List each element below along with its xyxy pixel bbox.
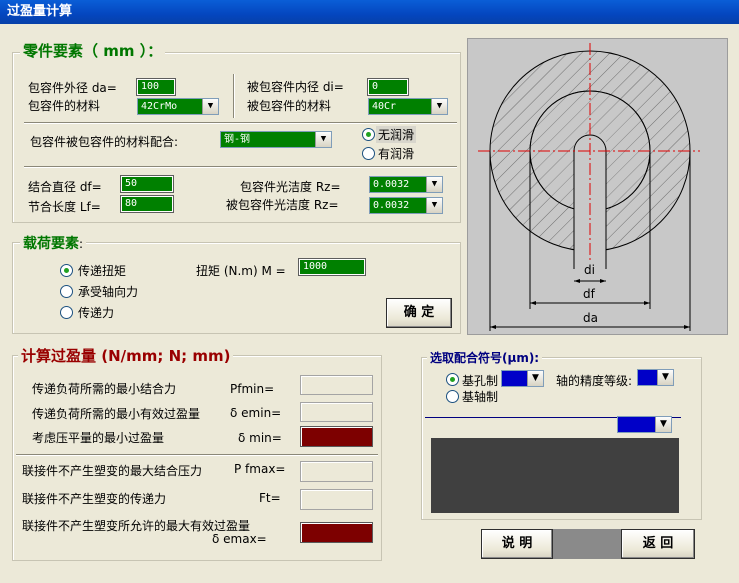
calc-row-4-label: 联接件不产生塑变的最大结合压力 — [22, 464, 203, 478]
no-lube-label[interactable]: 无润滑 — [376, 126, 417, 143]
torque-option-label[interactable]: 传递扭矩 — [78, 262, 126, 279]
confirm-button[interactable]: 确 定 — [386, 298, 452, 328]
transmit-force-radio[interactable] — [60, 306, 73, 319]
footer-spacer-panel — [553, 529, 621, 559]
shaft-basis-radio[interactable] — [446, 390, 459, 403]
window-title: 过盈量计算 — [7, 4, 73, 19]
fit-cross-section-diagram: di df da — [467, 38, 728, 335]
parts-group-title: 零件要素（ mm ）： — [20, 40, 166, 61]
hole-basis-radio[interactable] — [446, 373, 459, 386]
calc-row-1-symbol: Pfmin= — [230, 382, 275, 396]
shaft-basis-label[interactable]: 基轴制 — [462, 388, 498, 405]
df-dimension-label: df — [583, 287, 595, 301]
calc-row-5-label: 联接件不产生塑变的传递力 — [22, 492, 167, 506]
hole-basis-label[interactable]: 基孔制 — [462, 372, 498, 389]
shaft-material-select[interactable]: 40Cr ▼ — [368, 98, 448, 115]
load-group-title: 载荷要素: — [20, 233, 87, 253]
axial-force-option-label[interactable]: 承受轴向力 — [78, 283, 138, 300]
chevron-down-icon[interactable]: ▼ — [527, 371, 543, 386]
fit-result-box — [431, 438, 679, 513]
shaft-material-value: 40Cr — [372, 101, 397, 112]
diagram-svg — [478, 43, 700, 334]
title-bar: 过盈量计算 — [0, 0, 739, 24]
calc-row-2-label: 传递负荷所需的最小有效过盈量 — [32, 407, 201, 421]
pairing-label: 包容件被包容件的材料配合: — [30, 135, 179, 149]
fit-symbol-select[interactable]: ▼ — [617, 416, 672, 433]
torque-label: 扭矩 (N.m) M = — [196, 264, 286, 278]
hub-material-value: 42CrMo — [141, 101, 178, 112]
shaft-finish-value: 0.0032 — [373, 200, 410, 211]
calc-row-3-output — [300, 426, 373, 447]
outer-dia-input[interactable]: 100 — [136, 78, 176, 96]
load-title-text: 载荷要素 — [23, 236, 79, 252]
transmit-force-option-label[interactable]: 传递力 — [78, 304, 114, 321]
chevron-down-icon[interactable]: ▼ — [426, 177, 442, 192]
fit-length-input[interactable]: 80 — [120, 195, 174, 213]
lube-label[interactable]: 有润滑 — [378, 145, 414, 162]
help-button[interactable]: 说 明 — [481, 529, 553, 559]
hub-material-select[interactable]: 42CrMo ▼ — [137, 98, 219, 115]
lube-radio[interactable] — [362, 147, 375, 160]
inner-dia-label: 被包容件内径 di= — [247, 80, 344, 94]
da-dimension-label: da — [583, 311, 598, 325]
chevron-down-icon[interactable]: ▼ — [426, 198, 442, 213]
shaft-material-label: 被包容件的材料 — [247, 99, 332, 113]
torque-input[interactable]: 1000 — [298, 258, 366, 276]
shaft-finish-select[interactable]: 0.0032 ▼ — [369, 197, 443, 214]
hub-material-label: 包容件的材料 — [28, 99, 101, 113]
fit-length-label: 节合长度 Lf= — [28, 200, 101, 214]
calc-row-4-symbol: P fmax= — [234, 462, 286, 476]
hub-finish-select[interactable]: 0.0032 ▼ — [369, 176, 443, 193]
outer-dia-label: 包容件外径 da= — [28, 81, 117, 95]
grade-select[interactable]: ▼ — [637, 369, 674, 386]
torque-radio[interactable] — [60, 264, 73, 277]
arrow-da-left — [490, 325, 496, 329]
calc-row-5-output — [300, 489, 373, 510]
inner-dia-input[interactable]: 0 — [367, 78, 409, 96]
calc-group-title: 计算过盈量 (N/mm; N; mm) — [18, 345, 234, 366]
mating-dia-input[interactable]: 50 — [120, 175, 174, 193]
hole-basis-select[interactable]: ▼ — [501, 370, 544, 387]
hub-finish-value: 0.0032 — [373, 179, 410, 190]
parts-divider-1 — [24, 122, 457, 124]
arrow-da-right — [684, 325, 690, 329]
calc-divider — [16, 454, 378, 456]
pairing-value: 钢-钢 — [224, 134, 251, 145]
calc-row-3-label: 考虑压平量的最小过盈量 — [32, 431, 165, 445]
calc-row-6-output — [300, 522, 373, 543]
arrow-df-right — [644, 301, 650, 305]
mating-dia-label: 结合直径 df= — [28, 180, 102, 194]
calc-row-1-output — [300, 375, 373, 395]
calc-row-2-symbol: δ emin= — [230, 406, 282, 420]
chevron-down-icon[interactable]: ▼ — [315, 132, 331, 147]
calc-row-1-label: 传递负荷所需的最小结合力 — [32, 382, 177, 396]
arrow-df-left — [530, 301, 536, 305]
no-lube-radio[interactable] — [362, 128, 375, 141]
chevron-down-icon[interactable]: ▼ — [655, 417, 671, 432]
chevron-down-icon[interactable]: ▼ — [657, 370, 673, 385]
shaft-finish-label: 被包容件光洁度 Rz= — [226, 198, 339, 212]
calc-row-2-output — [300, 402, 373, 422]
calc-row-4-output — [300, 461, 373, 482]
calc-row-3-symbol: δ min= — [238, 431, 282, 445]
chevron-down-icon[interactable]: ▼ — [202, 99, 218, 114]
parts-divider-2 — [24, 166, 457, 168]
grade-label: 轴的精度等级: — [556, 374, 633, 388]
back-button[interactable]: 返 回 — [621, 529, 695, 559]
di-dimension-label: di — [584, 263, 595, 277]
calc-row-5-symbol: Ft= — [259, 491, 281, 505]
calc-row-6-symbol: δ emax= — [212, 532, 267, 546]
load-title-colon: : — [79, 237, 84, 251]
axial-force-radio[interactable] — [60, 285, 73, 298]
fit-group-title: 选取配合符号(μm): — [427, 349, 543, 366]
hub-finish-label: 包容件光洁度 Rz= — [240, 180, 341, 194]
parts-divider-vertical — [233, 74, 235, 118]
chevron-down-icon[interactable]: ▼ — [431, 99, 447, 114]
pairing-select[interactable]: 钢-钢 ▼ — [220, 131, 332, 148]
